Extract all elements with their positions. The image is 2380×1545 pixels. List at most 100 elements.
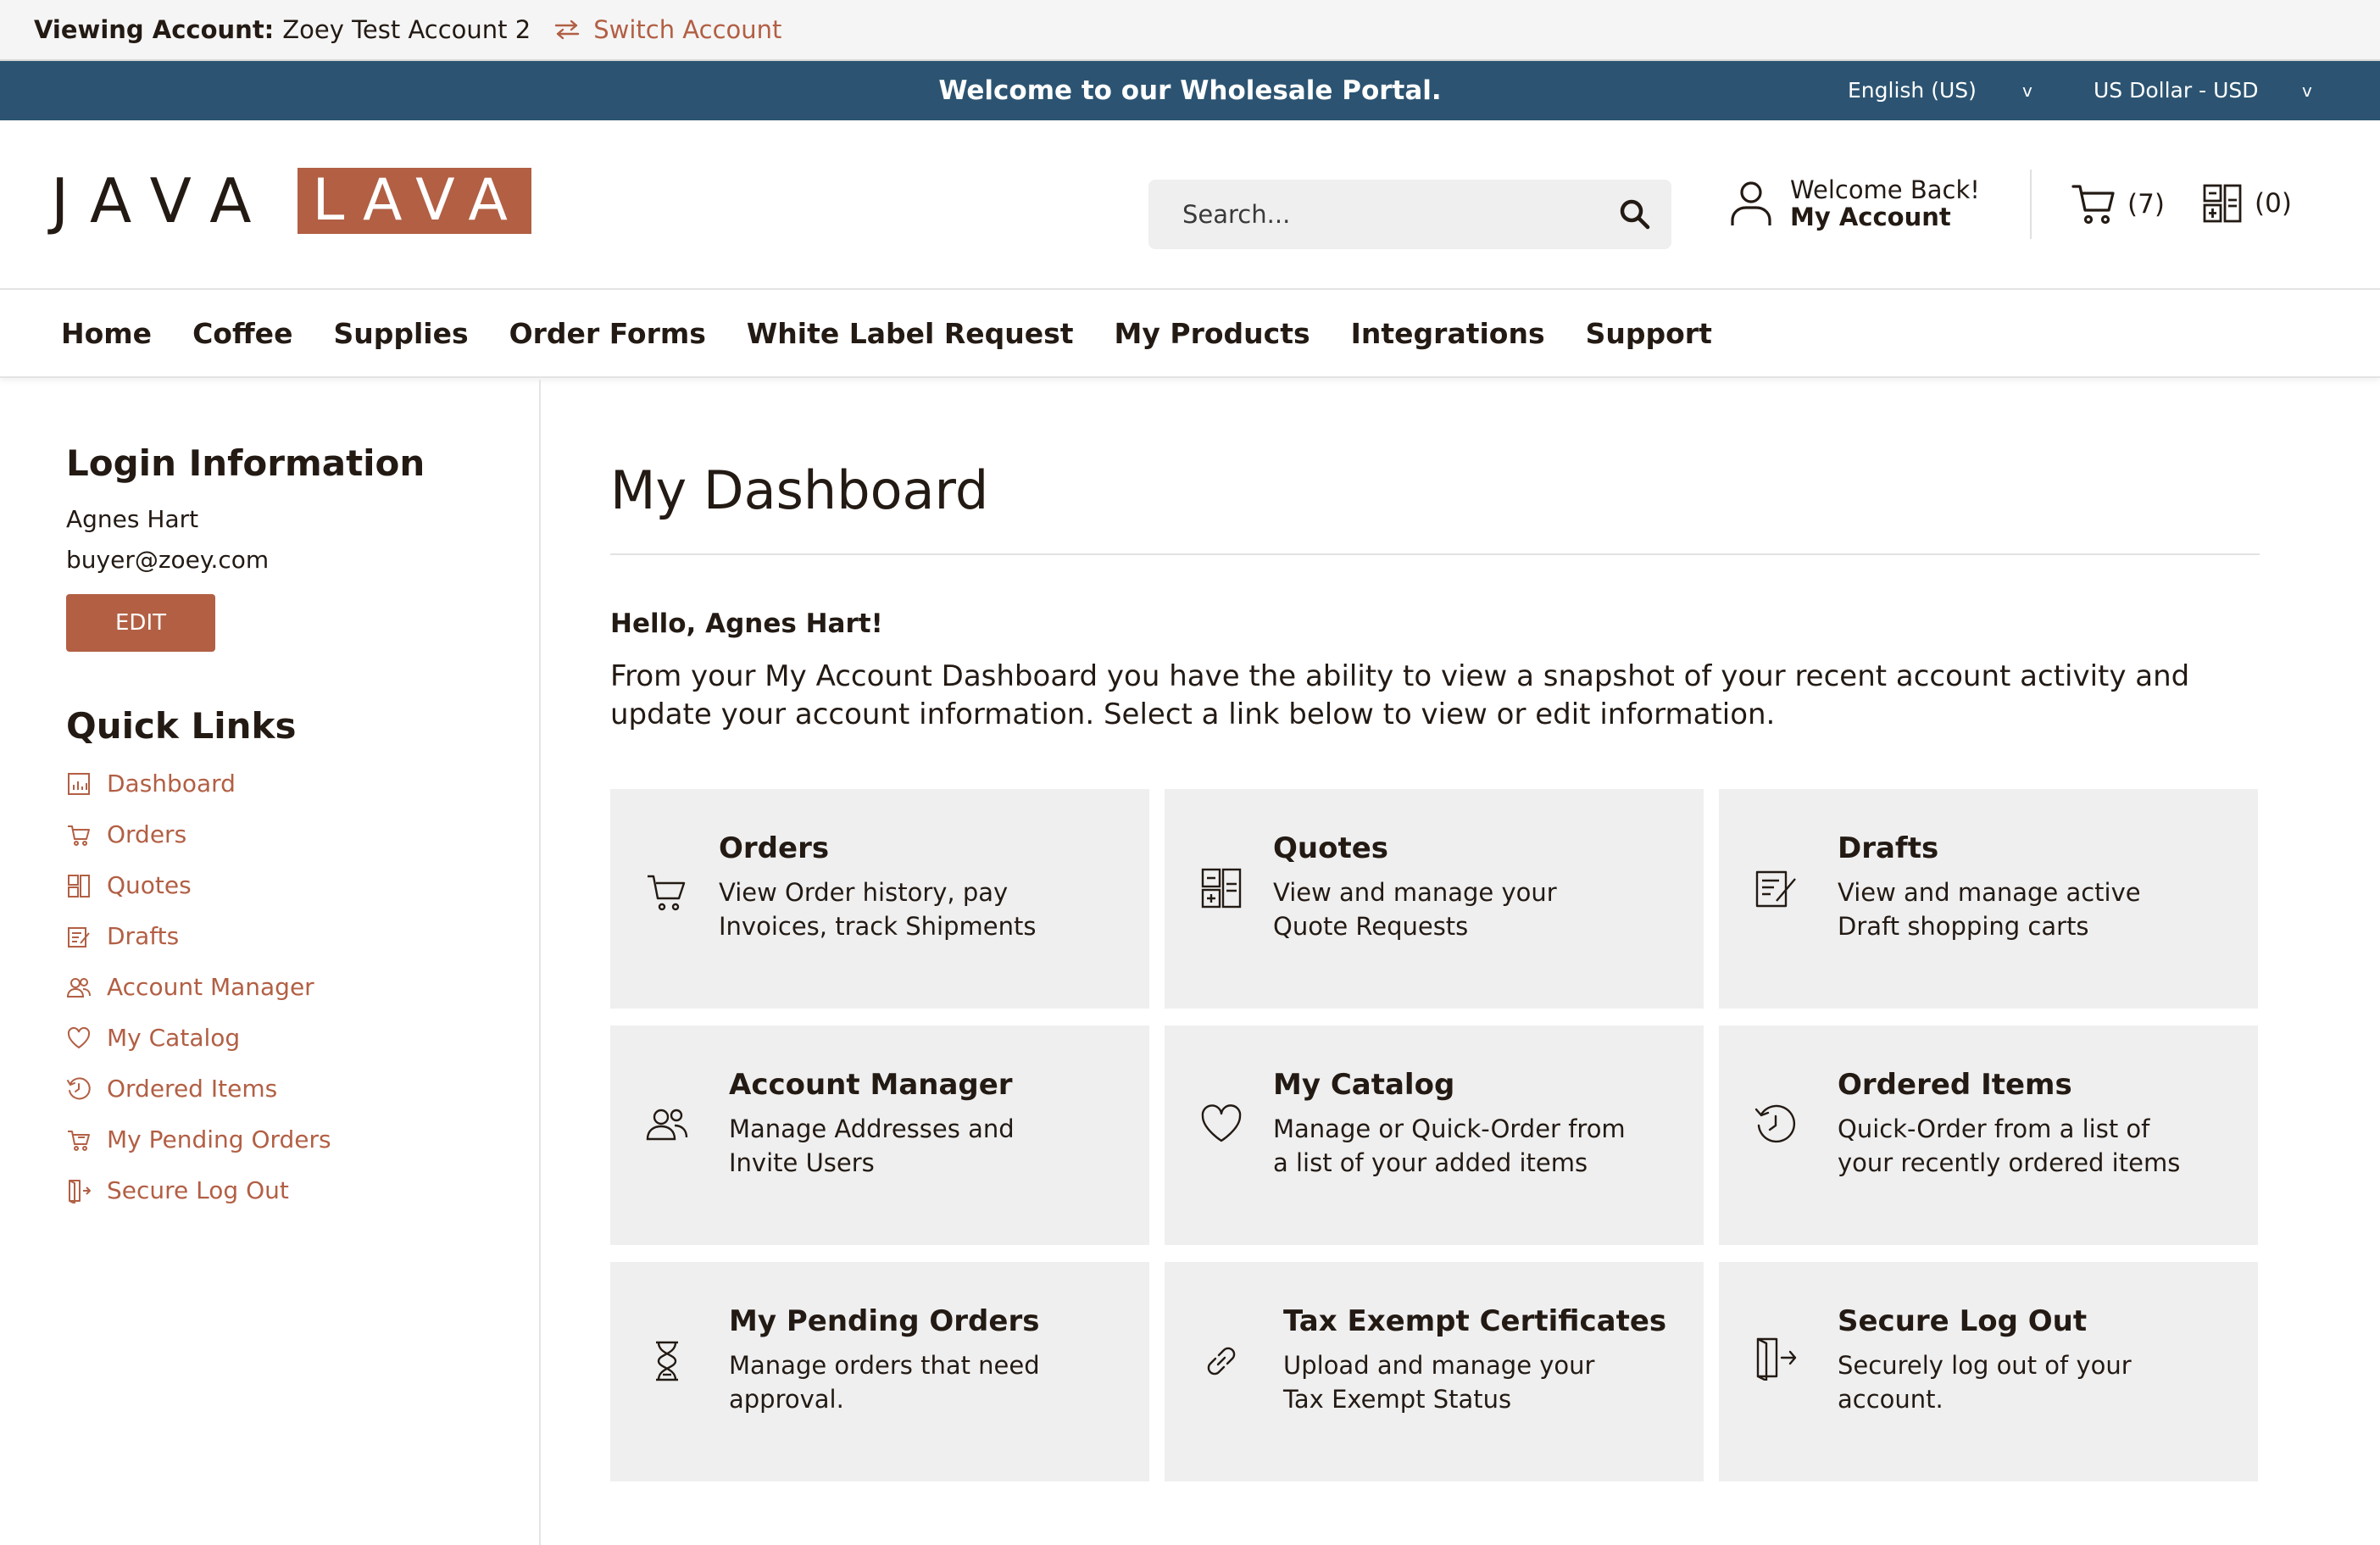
quick-link-quotes[interactable]: Quotes <box>66 871 192 899</box>
card-title: Ordered Items <box>1838 1068 2072 1102</box>
quick-link-my-pending-orders[interactable]: My Pending Orders <box>66 1125 331 1153</box>
nav-coffee[interactable]: Coffee <box>192 317 292 350</box>
cart-icon <box>68 825 90 846</box>
cart-icon <box>648 875 686 911</box>
users-icon <box>646 1109 688 1141</box>
site-logo[interactable]: JAVA LAVA <box>51 165 531 236</box>
card-description: Upload and manage your Tax Exempt Status <box>1283 1351 1595 1414</box>
logo-lava: LAVA <box>297 168 531 234</box>
title-divider <box>610 553 2260 555</box>
history-icon <box>67 1076 91 1099</box>
card-ordered-items[interactable]: Ordered Items Quick-Order from a list of… <box>1719 1025 2258 1245</box>
quick-link-dashboard[interactable]: Dashboard <box>66 770 236 798</box>
quick-link-ordered-items[interactable]: Ordered Items <box>66 1075 277 1103</box>
card-tax-exempt-certificates[interactable]: Tax Exempt Certificates Upload and manag… <box>1165 1262 1704 1481</box>
card-title: Drafts <box>1838 831 1939 865</box>
page-title: My Dashboard <box>610 459 989 521</box>
quote-count: (0) <box>2255 188 2292 219</box>
logout-icon <box>1756 1337 1797 1381</box>
card-title: Orders <box>719 831 830 865</box>
users-icon <box>66 977 91 998</box>
quote-icon <box>1201 868 1242 909</box>
nav-order-forms[interactable]: Order Forms <box>509 317 706 350</box>
card-my-catalog[interactable]: My Catalog Manage or Quick-Order from a l… <box>1165 1025 1704 1245</box>
pending-cart-icon <box>68 1130 90 1151</box>
quick-link-label: Drafts <box>107 922 180 950</box>
main-nav: Home Coffee Supplies Order Forms White L… <box>0 290 2380 378</box>
card-account-manager[interactable]: Account Manager Manage Addresses and Invi… <box>610 1025 1149 1245</box>
card-title: My Catalog <box>1273 1068 1455 1102</box>
quick-links-heading: Quick Links <box>66 705 297 747</box>
currency-value: US Dollar - USD <box>2094 78 2259 103</box>
language-value: English (US) <box>1848 78 1977 103</box>
card-description: Quick-Order from a list of your recently … <box>1838 1114 2181 1177</box>
hourglass-icon <box>656 1341 678 1381</box>
quick-link-label: Orders <box>107 820 187 848</box>
search-box <box>1148 180 1671 249</box>
currency-selector[interactable]: US Dollar - USD v <box>2094 61 2314 120</box>
logo-java: JAVA <box>51 165 274 236</box>
quote-link[interactable]: (0) <box>2202 183 2292 224</box>
site-header: JAVA LAVA Welcome Back! My Account (7) (… <box>0 120 2380 290</box>
quick-link-label: Dashboard <box>107 770 236 798</box>
quick-link-label: Account Manager <box>107 973 314 1001</box>
header-divider <box>2030 170 2032 239</box>
viewing-account-name: Zoey Test Account 2 <box>282 15 531 44</box>
account-bar: Viewing Account: Zoey Test Account 2 Swi… <box>0 0 2380 61</box>
card-description: View and manage your Quote Requests <box>1273 878 1557 941</box>
greeting: Hello, Agnes Hart! <box>610 609 883 639</box>
nav-white-label-request[interactable]: White Label Request <box>747 317 1074 350</box>
user-name: Agnes Hart <box>66 505 199 533</box>
history-icon <box>1754 1104 1796 1143</box>
search-icon[interactable] <box>1617 197 1653 232</box>
quote-icon <box>68 874 90 898</box>
nav-support[interactable]: Support <box>1586 317 1712 350</box>
cart-link[interactable]: (7) <box>2071 183 2165 225</box>
language-selector[interactable]: English (US) v <box>1848 61 2043 120</box>
quick-link-drafts[interactable]: Drafts <box>66 922 179 950</box>
switch-account-label: Switch Account <box>593 15 782 44</box>
chevron-down-icon: v <box>2302 81 2312 101</box>
logout-icon <box>69 1179 91 1203</box>
chevron-down-icon: v <box>2022 81 2032 101</box>
heart-icon <box>1201 1104 1242 1142</box>
quick-link-my-catalog[interactable]: My Catalog <box>66 1024 240 1052</box>
viewing-account-label: Viewing Account: <box>34 15 275 44</box>
my-account-text: My Account <box>1790 203 1951 231</box>
login-info-heading: Login Information <box>66 442 425 484</box>
card-secure-log-out[interactable]: Secure Log Out Securely log out of your a… <box>1719 1262 2258 1481</box>
nav-integrations[interactable]: Integrations <box>1351 317 1545 350</box>
search-input[interactable] <box>1182 200 1623 229</box>
draft-icon <box>68 926 90 948</box>
switch-account-link[interactable]: Switch Account <box>554 15 781 44</box>
user-icon <box>1731 181 1771 225</box>
draft-icon <box>1755 870 1796 908</box>
dashboard-icon <box>68 772 90 795</box>
quick-link-label: My Pending Orders <box>107 1125 331 1153</box>
card-orders[interactable]: Orders View Order history, pay Invoices, … <box>610 789 1149 1009</box>
card-description: View and manage active Draft shopping car… <box>1838 878 2141 941</box>
quick-link-label: Ordered Items <box>107 1075 278 1103</box>
link-icon <box>1207 1347 1236 1375</box>
card-title: Account Manager <box>729 1068 1013 1102</box>
quick-link-account-manager[interactable]: Account Manager <box>66 973 314 1001</box>
edit-button[interactable]: EDIT <box>66 594 215 652</box>
card-drafts[interactable]: Drafts View and manage active Draft shopp… <box>1719 789 2258 1009</box>
quick-link-label: Secure Log Out <box>107 1176 289 1204</box>
cart-icon <box>2071 185 2115 225</box>
nav-supplies[interactable]: Supplies <box>333 317 468 350</box>
intro-text: From your My Account Dashboard you have … <box>610 659 2190 731</box>
card-description: Securely log out of your account. <box>1838 1351 2132 1414</box>
quick-link-orders[interactable]: Orders <box>66 820 186 848</box>
card-description: Manage or Quick-Order from a list of your… <box>1273 1114 1626 1177</box>
user-email: buyer@zoey.com <box>66 546 270 574</box>
quick-link-secure-log-out[interactable]: Secure Log Out <box>66 1176 289 1204</box>
nav-my-products[interactable]: My Products <box>1115 317 1310 350</box>
card-description: Manage orders that need approval. <box>729 1351 1040 1414</box>
heart-icon <box>67 1026 91 1048</box>
my-account-link[interactable]: Welcome Back! My Account <box>1729 176 1980 231</box>
card-my-pending-orders[interactable]: My Pending Orders Manage orders that nee… <box>610 1262 1149 1481</box>
card-title: My Pending Orders <box>729 1304 1040 1338</box>
card-quotes[interactable]: Quotes View and manage your Quote Request… <box>1165 789 1704 1009</box>
nav-home[interactable]: Home <box>61 317 152 350</box>
